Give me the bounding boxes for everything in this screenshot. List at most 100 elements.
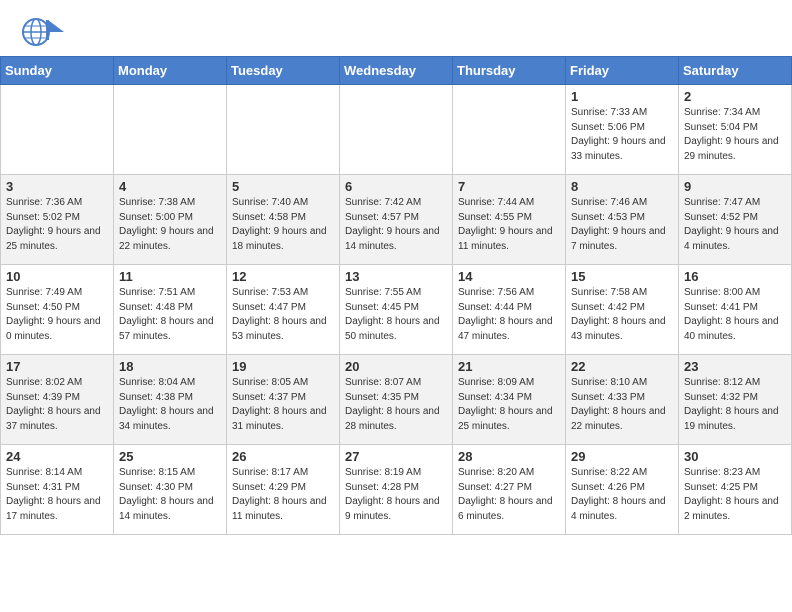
day-info: Sunrise: 7:55 AM Sunset: 4:45 PM Dayligh… [345, 286, 447, 344]
day-info: Sunrise: 8:09 AM Sunset: 4:34 PM Dayligh… [458, 376, 560, 434]
calendar-cell: 28 Sunrise: 8:20 AM Sunset: 4:27 PM Dayli… [453, 445, 566, 535]
calendar-cell: 26 Sunrise: 8:17 AM Sunset: 4:29 PM Dayli… [227, 445, 340, 535]
calendar-cell: 1 Sunrise: 7:33 AM Sunset: 5:06 PM Daylig… [566, 85, 679, 175]
calendar-cell: 29 Sunrise: 8:22 AM Sunset: 4:26 PM Dayli… [566, 445, 679, 535]
calendar-cell [340, 85, 453, 175]
calendar-table: SundayMondayTuesdayWednesdayThursdayFrid… [0, 56, 792, 535]
day-info: Sunrise: 8:17 AM Sunset: 4:29 PM Dayligh… [232, 466, 334, 524]
day-number: 24 [6, 449, 108, 464]
weekday-header-friday: Friday [566, 57, 679, 85]
day-info: Sunrise: 7:34 AM Sunset: 5:04 PM Dayligh… [684, 106, 786, 164]
day-info: Sunrise: 8:05 AM Sunset: 4:37 PM Dayligh… [232, 376, 334, 434]
calendar-week-5: 24 Sunrise: 8:14 AM Sunset: 4:31 PM Dayli… [1, 445, 792, 535]
day-info: Sunrise: 7:33 AM Sunset: 5:06 PM Dayligh… [571, 106, 673, 164]
calendar-cell: 27 Sunrise: 8:19 AM Sunset: 4:28 PM Dayli… [340, 445, 453, 535]
day-number: 3 [6, 179, 108, 194]
calendar-cell: 8 Sunrise: 7:46 AM Sunset: 4:53 PM Daylig… [566, 175, 679, 265]
day-number: 1 [571, 89, 673, 104]
calendar-cell: 24 Sunrise: 8:14 AM Sunset: 4:31 PM Dayli… [1, 445, 114, 535]
day-number: 26 [232, 449, 334, 464]
calendar-week-2: 3 Sunrise: 7:36 AM Sunset: 5:02 PM Daylig… [1, 175, 792, 265]
day-info: Sunrise: 8:15 AM Sunset: 4:30 PM Dayligh… [119, 466, 221, 524]
calendar-cell: 11 Sunrise: 7:51 AM Sunset: 4:48 PM Dayli… [114, 265, 227, 355]
calendar-cell [453, 85, 566, 175]
day-info: Sunrise: 7:40 AM Sunset: 4:58 PM Dayligh… [232, 196, 334, 254]
day-number: 22 [571, 359, 673, 374]
day-number: 27 [345, 449, 447, 464]
calendar-cell: 16 Sunrise: 8:00 AM Sunset: 4:41 PM Dayli… [679, 265, 792, 355]
day-number: 4 [119, 179, 221, 194]
calendar-cell: 22 Sunrise: 8:10 AM Sunset: 4:33 PM Dayli… [566, 355, 679, 445]
calendar-cell: 19 Sunrise: 8:05 AM Sunset: 4:37 PM Dayli… [227, 355, 340, 445]
weekday-header-wednesday: Wednesday [340, 57, 453, 85]
calendar-cell: 7Sunrise: 7:44 AM Sunset: 4:55 PM Daylig… [453, 175, 566, 265]
day-number: 13 [345, 269, 447, 284]
day-info: Sunrise: 7:47 AM Sunset: 4:52 PM Dayligh… [684, 196, 786, 254]
calendar-cell [114, 85, 227, 175]
day-info: Sunrise: 7:49 AM Sunset: 4:50 PM Dayligh… [6, 286, 108, 344]
weekday-header-tuesday: Tuesday [227, 57, 340, 85]
calendar-cell: 17Sunrise: 8:02 AM Sunset: 4:39 PM Dayli… [1, 355, 114, 445]
day-info: Sunrise: 7:56 AM Sunset: 4:44 PM Dayligh… [458, 286, 560, 344]
day-info: Sunrise: 8:22 AM Sunset: 4:26 PM Dayligh… [571, 466, 673, 524]
day-info: Sunrise: 8:04 AM Sunset: 4:38 PM Dayligh… [119, 376, 221, 434]
weekday-header-thursday: Thursday [453, 57, 566, 85]
calendar-cell: 13 Sunrise: 7:55 AM Sunset: 4:45 PM Dayli… [340, 265, 453, 355]
day-info: Sunrise: 7:51 AM Sunset: 4:48 PM Dayligh… [119, 286, 221, 344]
day-info: Sunrise: 7:58 AM Sunset: 4:42 PM Dayligh… [571, 286, 673, 344]
calendar-cell: 18 Sunrise: 8:04 AM Sunset: 4:38 PM Dayli… [114, 355, 227, 445]
day-info: Sunrise: 8:12 AM Sunset: 4:32 PM Dayligh… [684, 376, 786, 434]
day-number: 25 [119, 449, 221, 464]
calendar-cell: 21 Sunrise: 8:09 AM Sunset: 4:34 PM Dayli… [453, 355, 566, 445]
day-number: 23 [684, 359, 786, 374]
day-number: 30 [684, 449, 786, 464]
day-number: 21 [458, 359, 560, 374]
weekday-header-row: SundayMondayTuesdayWednesdayThursdayFrid… [1, 57, 792, 85]
day-number: 18 [119, 359, 221, 374]
day-number: 19 [232, 359, 334, 374]
calendar-cell: 10Sunrise: 7:49 AM Sunset: 4:50 PM Dayli… [1, 265, 114, 355]
calendar-cell: 6 Sunrise: 7:42 AM Sunset: 4:57 PM Daylig… [340, 175, 453, 265]
calendar-cell: 15 Sunrise: 7:58 AM Sunset: 4:42 PM Dayli… [566, 265, 679, 355]
day-number: 5 [232, 179, 334, 194]
calendar-cell: 3 Sunrise: 7:36 AM Sunset: 5:02 PM Daylig… [1, 175, 114, 265]
logo-icon [20, 16, 64, 48]
day-number: 15 [571, 269, 673, 284]
page-header [0, 0, 792, 56]
day-number: 16 [684, 269, 786, 284]
calendar-cell: 30 Sunrise: 8:23 AM Sunset: 4:25 PM Dayli… [679, 445, 792, 535]
calendar-cell: 5 Sunrise: 7:40 AM Sunset: 4:58 PM Daylig… [227, 175, 340, 265]
weekday-header-monday: Monday [114, 57, 227, 85]
day-number: 8 [571, 179, 673, 194]
day-info: Sunrise: 8:10 AM Sunset: 4:33 PM Dayligh… [571, 376, 673, 434]
calendar-week-1: 1 Sunrise: 7:33 AM Sunset: 5:06 PM Daylig… [1, 85, 792, 175]
calendar-cell: 25 Sunrise: 8:15 AM Sunset: 4:30 PM Dayli… [114, 445, 227, 535]
day-number: 6 [345, 179, 447, 194]
day-info: Sunrise: 7:36 AM Sunset: 5:02 PM Dayligh… [6, 196, 108, 254]
day-info: Sunrise: 7:38 AM Sunset: 5:00 PM Dayligh… [119, 196, 221, 254]
day-info: Sunrise: 8:20 AM Sunset: 4:27 PM Dayligh… [458, 466, 560, 524]
day-info: Sunrise: 8:07 AM Sunset: 4:35 PM Dayligh… [345, 376, 447, 434]
day-info: Sunrise: 8:19 AM Sunset: 4:28 PM Dayligh… [345, 466, 447, 524]
day-number: 14 [458, 269, 560, 284]
calendar-cell: 12Sunrise: 7:53 AM Sunset: 4:47 PM Dayli… [227, 265, 340, 355]
calendar-week-4: 17Sunrise: 8:02 AM Sunset: 4:39 PM Dayli… [1, 355, 792, 445]
day-info: Sunrise: 7:53 AM Sunset: 4:47 PM Dayligh… [232, 286, 334, 344]
day-number: 11 [119, 269, 221, 284]
day-number: 20 [345, 359, 447, 374]
day-number: 28 [458, 449, 560, 464]
calendar-cell: 9Sunrise: 7:47 AM Sunset: 4:52 PM Daylig… [679, 175, 792, 265]
day-info: Sunrise: 8:14 AM Sunset: 4:31 PM Dayligh… [6, 466, 108, 524]
calendar-cell: 4 Sunrise: 7:38 AM Sunset: 5:00 PM Daylig… [114, 175, 227, 265]
day-info: Sunrise: 8:23 AM Sunset: 4:25 PM Dayligh… [684, 466, 786, 524]
day-info: Sunrise: 8:02 AM Sunset: 4:39 PM Dayligh… [6, 376, 108, 434]
weekday-header-sunday: Sunday [1, 57, 114, 85]
calendar-cell: 2Sunrise: 7:34 AM Sunset: 5:04 PM Daylig… [679, 85, 792, 175]
calendar-cell: 23 Sunrise: 8:12 AM Sunset: 4:32 PM Dayli… [679, 355, 792, 445]
logo [20, 16, 68, 48]
weekday-header-saturday: Saturday [679, 57, 792, 85]
day-info: Sunrise: 7:42 AM Sunset: 4:57 PM Dayligh… [345, 196, 447, 254]
day-info: Sunrise: 7:46 AM Sunset: 4:53 PM Dayligh… [571, 196, 673, 254]
day-number: 29 [571, 449, 673, 464]
day-info: Sunrise: 8:00 AM Sunset: 4:41 PM Dayligh… [684, 286, 786, 344]
